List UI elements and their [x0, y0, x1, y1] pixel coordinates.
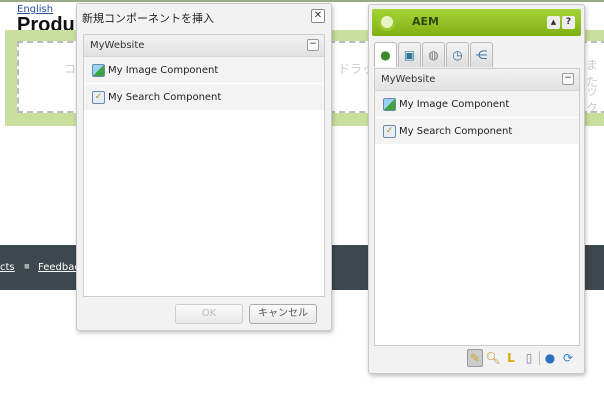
- drop-hint: ック: [586, 84, 599, 115]
- website-globe-icon[interactable]: ●: [542, 349, 558, 367]
- footer-separator: ■: [24, 263, 30, 270]
- group-label: MyWebsite: [90, 40, 145, 51]
- item-label: My Image Component: [108, 64, 219, 76]
- close-icon[interactable]: ✕: [311, 9, 325, 23]
- list-item[interactable]: ✓ My Search Component: [375, 118, 579, 145]
- list-item[interactable]: ✓ My Search Component: [84, 84, 324, 111]
- toolbar-divider: [539, 351, 540, 365]
- lock-icon: ◍: [428, 48, 439, 62]
- group-header[interactable]: MyWebsite −: [84, 35, 324, 57]
- collapse-icon[interactable]: −: [307, 39, 319, 51]
- insert-component-dialog: 新規コンポーネントを挿入 ✕ MyWebsite − My Image Compo…: [76, 3, 332, 331]
- edit-pencil-icon[interactable]: ✎: [467, 349, 483, 367]
- collapse-icon[interactable]: −: [562, 73, 574, 85]
- dialog-title: 新規コンポーネントを挿入: [82, 12, 214, 25]
- search-component-icon: ✓: [383, 124, 396, 138]
- page-icon: ▣: [403, 48, 416, 62]
- preview-magnifier-icon[interactable]: 🔍︎: [485, 349, 501, 367]
- sidekick-component-list: MyWebsite − My Image Component ✓ My Search…: [374, 68, 580, 346]
- tab-components[interactable]: ●: [374, 42, 397, 67]
- refresh-icon[interactable]: ⟳: [560, 349, 576, 367]
- scaffolding-icon[interactable]: ▯: [521, 349, 537, 367]
- image-icon: [92, 63, 105, 77]
- aem-logo-icon: [378, 13, 396, 31]
- image-icon: [383, 97, 396, 111]
- group-header[interactable]: MyWebsite −: [375, 69, 579, 91]
- tab-workflow[interactable]: ⋲: [470, 42, 493, 67]
- list-item[interactable]: My Image Component: [375, 91, 579, 118]
- components-icon: ●: [380, 48, 391, 62]
- ok-button[interactable]: OK: [175, 304, 243, 324]
- top-border: [0, 0, 604, 2]
- drop-hint: コ: [64, 62, 77, 76]
- collapse-up-icon[interactable]: ▲: [547, 16, 560, 29]
- tab-page[interactable]: ▣: [398, 42, 421, 67]
- footer-link[interactable]: cts: [0, 262, 15, 273]
- sidekick-tabs: ● ▣ ◍ ◷ ⋲: [374, 42, 494, 68]
- list-item[interactable]: My Image Component: [84, 57, 324, 84]
- workflow-icon: ⋲: [475, 48, 488, 62]
- item-label: My Image Component: [399, 98, 510, 110]
- cancel-button[interactable]: キャンセル: [249, 304, 317, 324]
- sidekick-title: AEM: [412, 15, 439, 28]
- design-ruler-icon[interactable]: L: [503, 349, 519, 367]
- component-list: MyWebsite − My Image Component ✓ My Search…: [83, 34, 325, 297]
- item-label: My Search Component: [108, 91, 222, 103]
- sidekick-header[interactable]: AEM ▲ ?: [372, 9, 581, 36]
- sidekick-toolbar: ✎ 🔍︎ L ▯ ● ⟳: [467, 349, 576, 367]
- sidekick-panel: AEM ▲ ? ● ▣ ◍ ◷ ⋲ MyWebsite − My Image Compon…: [368, 4, 585, 374]
- clock-icon: ◷: [452, 48, 463, 62]
- help-icon[interactable]: ?: [562, 16, 575, 29]
- footer-link[interactable]: Feedbac: [38, 262, 80, 273]
- tab-information[interactable]: ◍: [422, 42, 445, 67]
- search-component-icon: ✓: [92, 90, 105, 104]
- item-label: My Search Component: [399, 125, 513, 137]
- group-label: MyWebsite: [381, 74, 436, 85]
- tab-versioning[interactable]: ◷: [446, 42, 469, 67]
